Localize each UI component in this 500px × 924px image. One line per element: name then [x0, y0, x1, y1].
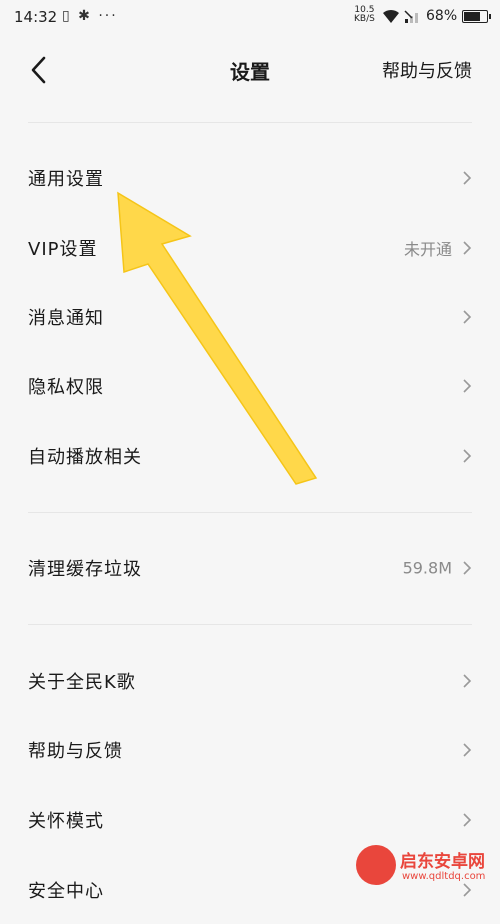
- watermark-logo: 启东安卓网 www.qdltdq.com: [356, 841, 494, 889]
- setting-row-general[interactable]: 通用设置: [0, 144, 500, 212]
- back-arrow-icon[interactable]: [24, 52, 60, 88]
- setting-label: 关于全民K歌: [28, 672, 136, 693]
- setting-label: 帮助与反馈: [28, 741, 123, 762]
- setting-label: 消息通知: [28, 308, 104, 329]
- chevron-right-icon: [463, 743, 472, 757]
- setting-label: 安全中心: [28, 881, 104, 902]
- watermark-url: www.qdltdq.com: [402, 871, 486, 882]
- signal-icon: [404, 10, 418, 23]
- chevron-right-icon: [463, 813, 472, 827]
- network-speed: 10.5 KB/S: [354, 6, 375, 24]
- chevron-right-icon: [463, 449, 472, 463]
- setting-label: 关怀模式: [28, 811, 104, 832]
- setting-row-about[interactable]: 关于全民K歌: [0, 647, 500, 715]
- divider: [28, 122, 472, 123]
- help-feedback-link[interactable]: 帮助与反馈: [382, 57, 472, 83]
- chevron-right-icon: [463, 674, 472, 688]
- vibrate-bluetooth-more-icons: ▯ ✱ ···: [62, 8, 118, 24]
- setting-row-notifications[interactable]: 消息通知: [0, 283, 500, 351]
- divider: [28, 512, 472, 513]
- chevron-right-icon: [463, 241, 472, 255]
- setting-label: 自动播放相关: [28, 447, 142, 468]
- chevron-right-icon: [463, 310, 472, 324]
- setting-row-vip[interactable]: VIP设置 未开通: [0, 214, 500, 282]
- divider: [28, 624, 472, 625]
- wifi-icon: [383, 9, 399, 23]
- vip-status-value: 未开通: [403, 240, 452, 259]
- status-time: 14:32: [14, 8, 58, 26]
- cache-size-value: 59.8M: [402, 558, 452, 578]
- watermark-brand: 启东安卓网: [400, 852, 485, 872]
- setting-row-privacy[interactable]: 隐私权限: [0, 352, 500, 420]
- chevron-right-icon: [463, 171, 472, 185]
- network-speed-unit: KB/S: [354, 14, 375, 24]
- setting-label: 清理缓存垃圾: [28, 559, 142, 580]
- battery-percent: 68%: [426, 8, 458, 24]
- setting-row-clear-cache[interactable]: 清理缓存垃圾 59.8M: [0, 534, 500, 602]
- nav-bar: 设置 帮助与反馈: [0, 40, 500, 100]
- status-bar: 14:32 ▯ ✱ ··· 10.5 KB/S 68%: [0, 0, 500, 34]
- chevron-right-icon: [463, 561, 472, 575]
- setting-row-autoplay[interactable]: 自动播放相关: [0, 422, 500, 490]
- setting-label: VIP设置: [28, 239, 98, 260]
- setting-row-help-feedback[interactable]: 帮助与反馈: [0, 716, 500, 784]
- chevron-right-icon: [463, 379, 472, 393]
- battery-icon: [462, 10, 491, 23]
- watermark-circle-icon: [356, 845, 396, 885]
- setting-label: 隐私权限: [28, 377, 104, 398]
- setting-label: 通用设置: [28, 169, 104, 190]
